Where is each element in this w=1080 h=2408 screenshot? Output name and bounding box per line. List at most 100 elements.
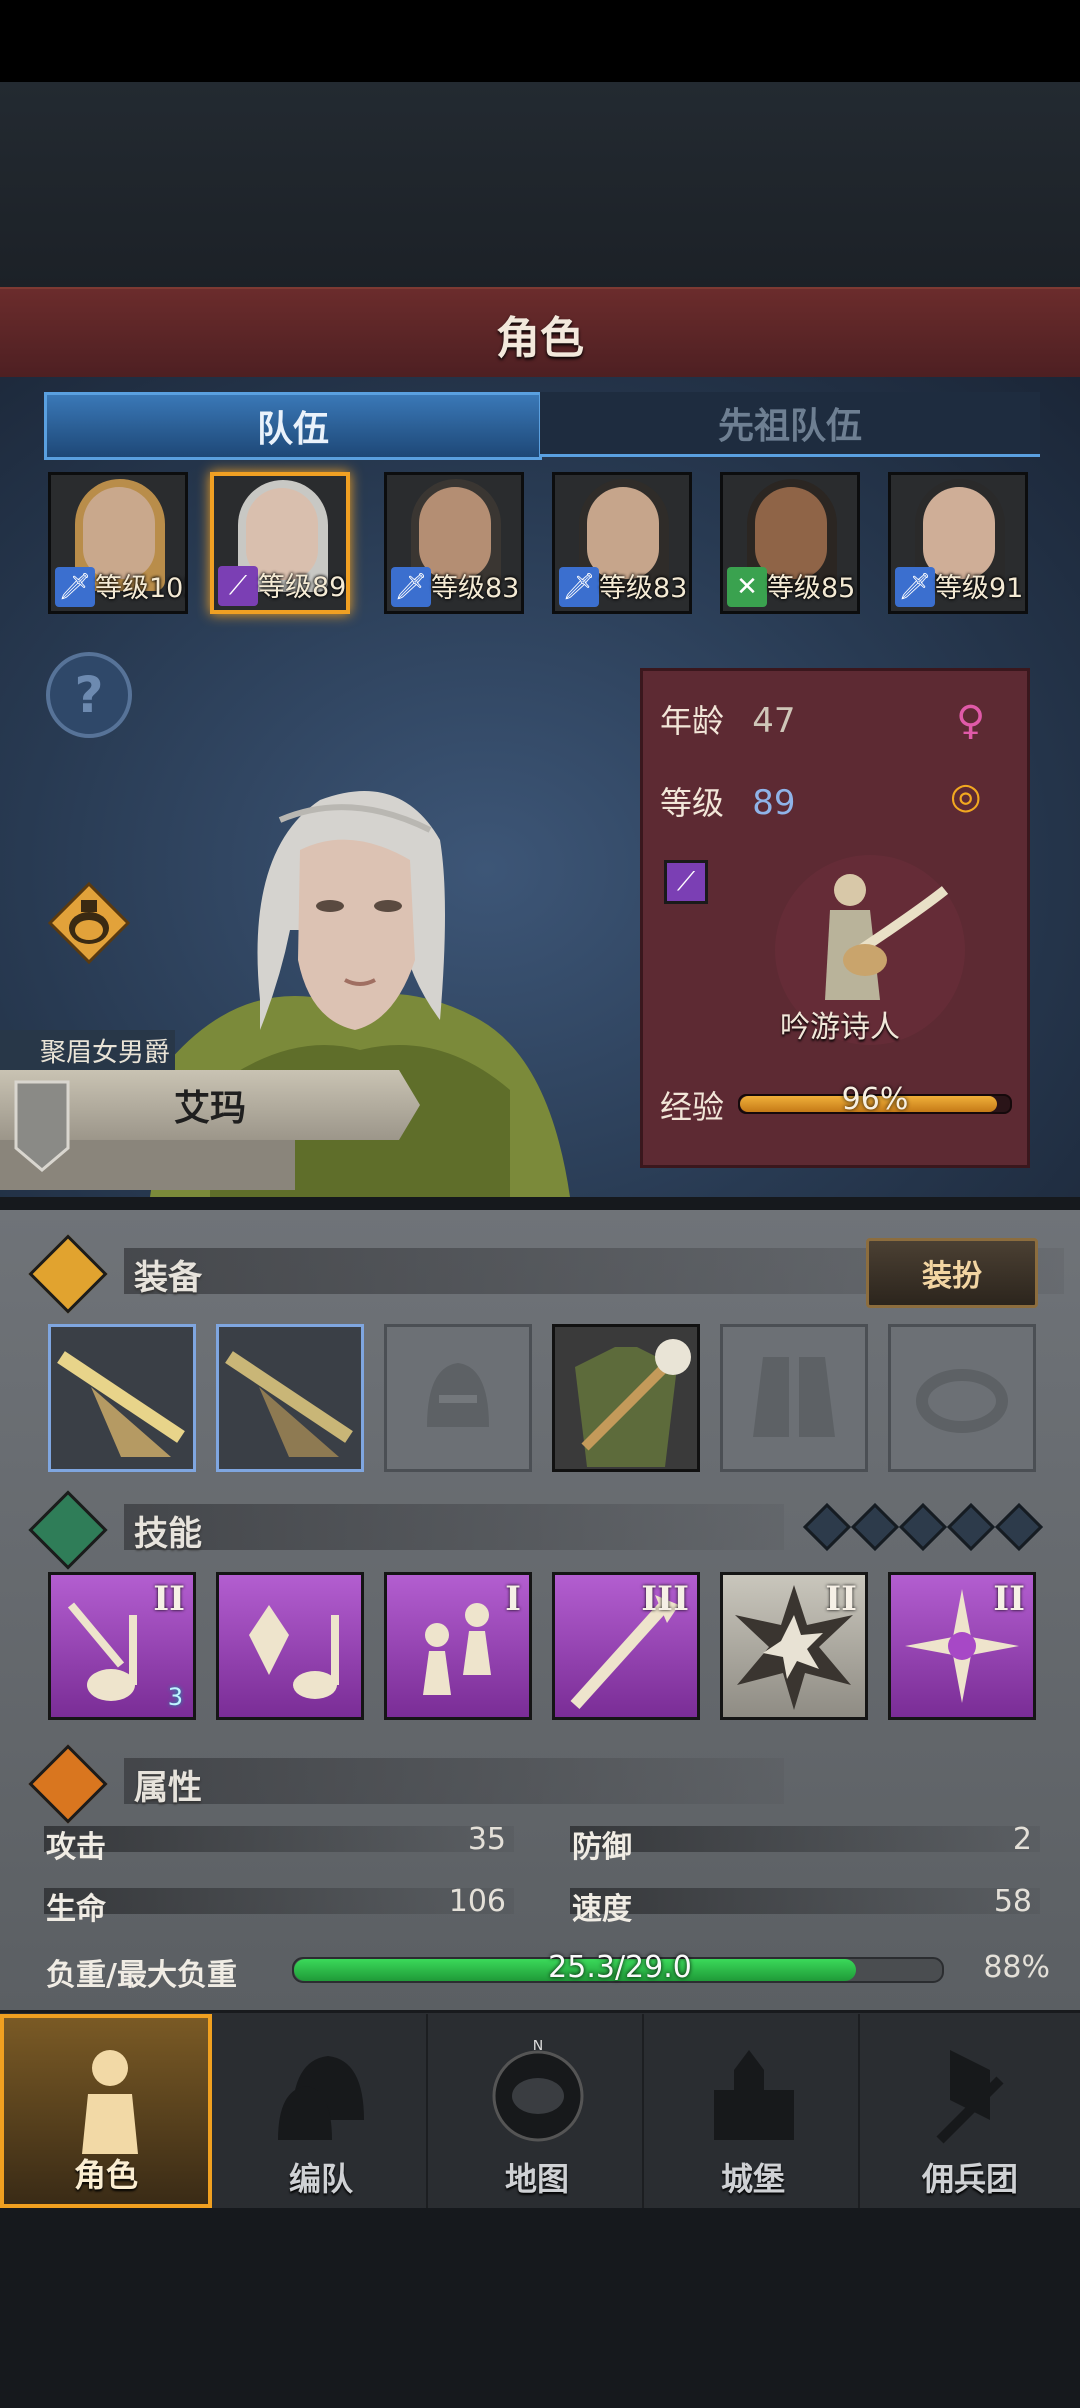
nav-label: 编队	[288, 2160, 353, 2198]
class-name: 吟游诗人	[780, 1010, 900, 1045]
roster-portrait-3[interactable]: 🗡 等级83	[384, 472, 524, 614]
tab-ancestor-team[interactable]: 先祖队伍	[540, 392, 1040, 457]
ring-icon[interactable]: ◎	[950, 776, 981, 817]
roster-portrait-4[interactable]: 🗡 等级83	[552, 472, 692, 614]
title-banner: 角色	[0, 287, 1080, 382]
nav-castle[interactable]: 城堡	[648, 2014, 860, 2208]
svg-text:N: N	[533, 2040, 543, 2054]
weapon-slot-2[interactable]	[216, 1324, 364, 1472]
hero-title: 聚眉女男爵	[0, 1030, 175, 1070]
skill-rank: I	[505, 1579, 521, 1619]
knight-icon	[82, 2050, 138, 2154]
level-label: 等级	[660, 784, 725, 822]
level-row: 等级 89	[660, 778, 795, 824]
sword-icon: 🗡	[559, 567, 599, 607]
nav-mercenary[interactable]: 佣兵团	[864, 2014, 1076, 2208]
speed-value: 58	[993, 1884, 1032, 1919]
potion-icon[interactable]	[46, 880, 132, 966]
top-backdrop	[0, 82, 1080, 287]
weight-label: 负重/最大负重	[46, 1958, 237, 1993]
equipment-title: 装备	[134, 1258, 202, 1298]
section-strip	[124, 1504, 784, 1550]
lute-icon	[57, 1351, 185, 1457]
skill-rank: III	[641, 1579, 689, 1619]
crystal-note-icon	[249, 1605, 339, 1699]
level-value: 89	[752, 783, 796, 823]
roster-portrait-5[interactable]: ✕ 等级85	[720, 472, 860, 614]
banner-sword-icon	[936, 2050, 1004, 2144]
ring-slot[interactable]	[888, 1324, 1036, 1472]
status-bar	[0, 0, 1080, 82]
nav-formation[interactable]: 编队	[216, 2014, 428, 2208]
roster-level: 等级85	[767, 573, 856, 604]
armor-slot[interactable]	[552, 1324, 700, 1472]
skill-count-badge: 3	[167, 1683, 183, 1711]
roster-level: 等级83	[599, 573, 688, 604]
castle-icon	[714, 2050, 794, 2140]
person-icon	[28, 1744, 108, 1824]
exp-percent: 96%	[841, 1082, 909, 1117]
exp-label: 经验	[660, 1088, 725, 1126]
roster-level: 等级89	[258, 572, 347, 603]
nav-label: 城堡	[720, 2160, 785, 2198]
nav-label: 佣兵团	[921, 2160, 1018, 2198]
helmet-slot[interactable]	[384, 1324, 532, 1472]
boots-slot[interactable]	[720, 1324, 868, 1472]
boots-icon	[753, 1357, 835, 1437]
roster-level: 等级83	[431, 573, 520, 604]
helmet-group-icon	[278, 2056, 364, 2140]
dagger-icon	[28, 1234, 108, 1314]
bottom-margin	[0, 2208, 1080, 2408]
skills-title: 技能	[134, 1514, 202, 1554]
ring-slot-icon	[916, 1369, 1008, 1433]
attributes-title: 属性	[134, 1768, 202, 1808]
tab-team[interactable]: 队伍	[44, 392, 542, 460]
attributes-header: 属性	[28, 1744, 788, 1824]
health-value: 106	[448, 1884, 506, 1919]
roster-portrait-6[interactable]: 🗡 等级91	[888, 472, 1028, 614]
nav-map[interactable]: N 地图	[432, 2014, 644, 2208]
staff-icon: ⟋	[664, 860, 708, 904]
attack-value: 35	[467, 1822, 506, 1857]
roster-portrait-2[interactable]: ⟋ 等级89	[210, 472, 350, 614]
health-label: 生命	[46, 1892, 106, 1927]
outfit-button[interactable]: 装扮	[866, 1238, 1038, 1308]
helmet-icon	[427, 1363, 489, 1427]
help-icon[interactable]: ?	[46, 652, 132, 738]
age-label: 年龄	[660, 702, 725, 740]
tunic-icon	[575, 1339, 691, 1467]
age-value: 47	[752, 701, 796, 741]
skill-2[interactable]	[216, 1572, 364, 1720]
weight-percent: 88%	[983, 1950, 1050, 1985]
roster-portrait-1[interactable]: 🗡 等级105	[48, 472, 188, 614]
skills-header: 技能	[28, 1490, 788, 1570]
staff-icon: ⟋	[218, 566, 258, 606]
star-icon	[28, 1490, 108, 1570]
weight-value: 25.3/29.0	[548, 1950, 692, 1985]
page-title: 角色	[496, 313, 584, 364]
shield-icon	[14, 1080, 70, 1172]
section-strip	[124, 1758, 784, 1804]
nav-hero[interactable]: 角色	[0, 2014, 212, 2208]
nav-label: 地图	[504, 2160, 569, 2198]
attack-label: 攻击	[46, 1830, 106, 1865]
age-row: 年龄 47	[660, 696, 795, 742]
skill-4[interactable]: III	[552, 1572, 700, 1720]
defense-label: 防御	[572, 1830, 632, 1865]
skill-rank: II	[825, 1579, 857, 1619]
skill-3[interactable]: I	[384, 1572, 532, 1720]
sword-icon: 🗡	[895, 567, 935, 607]
skill-1[interactable]: II 3	[48, 1572, 196, 1720]
sword-icon: 🗡	[55, 567, 95, 607]
sword-icon: 🗡	[391, 567, 431, 607]
speed-label: 速度	[572, 1892, 632, 1927]
skill-rank: II	[993, 1579, 1025, 1619]
roster-level: 等级105	[95, 573, 185, 604]
weapon-slot-1[interactable]	[48, 1324, 196, 1472]
compass-icon: N	[492, 2040, 584, 2142]
skill-5[interactable]: II	[720, 1572, 868, 1720]
lute-icon	[225, 1351, 353, 1457]
female-icon: ♀	[956, 698, 986, 744]
roster-level: 等级91	[935, 573, 1024, 604]
skill-6[interactable]: II	[888, 1572, 1036, 1720]
